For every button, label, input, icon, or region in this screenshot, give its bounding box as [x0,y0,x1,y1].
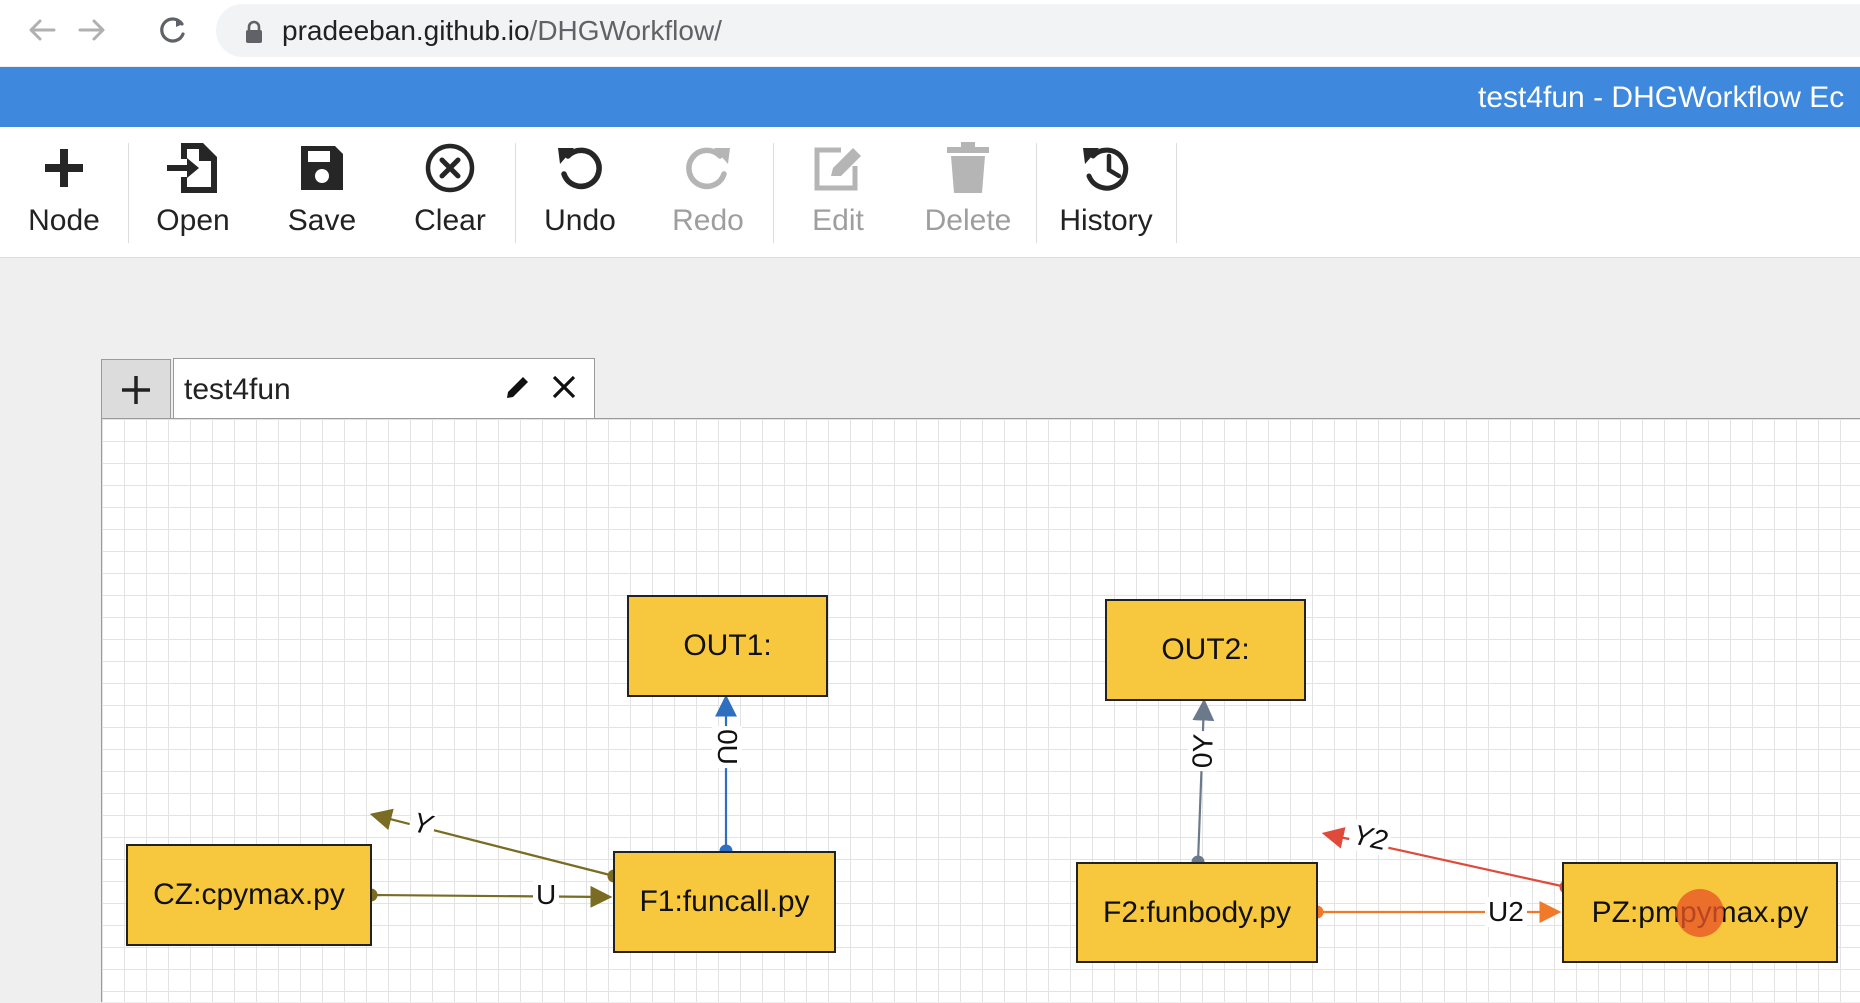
edge-label-0y: 0Y [1187,730,1219,772]
edge-label-u: U [533,880,560,910]
trash-icon [916,139,1020,197]
app-titlebar: test4fun - DHGWorkflow Ec [0,67,1860,127]
tab-test4fun[interactable]: test4fun [173,358,595,420]
history-icon [1054,139,1158,197]
add-tab-button[interactable] [101,359,171,419]
node-f2[interactable]: F2:funbody.py [1076,862,1318,963]
floppy-disk-icon [276,139,368,197]
node-out1[interactable]: OUT1: [627,595,828,697]
node-out2[interactable]: OUT2: [1105,599,1306,701]
open-button-label: Open [156,204,230,237]
open-button[interactable]: Open [146,139,240,249]
edge-0y[interactable] [1192,698,1215,863]
graph-canvas[interactable]: Y U 0U 0Y Y2 U2 OUT1: OUT2: CZ:cpymax.py… [101,418,1860,1002]
undo-button[interactable]: Undo [534,139,626,249]
plus-icon [18,139,110,197]
plus-icon [122,375,150,404]
edge-label-0u: 0U [711,726,743,768]
toolbar-divider [773,143,774,243]
edit-button[interactable]: Edit [792,139,884,249]
address-bar[interactable]: pradeeban.github.io/DHGWorkflow/ [216,4,1860,57]
clear-button-label: Clear [414,204,486,237]
redo-icon [662,139,754,197]
toolbar-divider [515,143,516,243]
node-f1[interactable]: F1:funcall.py [613,851,836,953]
file-import-icon [146,139,240,197]
browser-toolbar: pradeeban.github.io/DHGWorkflow/ [0,0,1860,66]
url-path: /DHGWorkflow/ [529,15,722,46]
close-icon[interactable] [550,373,578,406]
back-icon[interactable] [22,10,62,50]
toolbar-divider [1036,143,1037,243]
edit-icon [792,139,884,197]
node-button[interactable]: Node [18,139,110,249]
clear-button[interactable]: Clear [404,139,496,249]
toolbar-divider [1176,143,1177,243]
edge-label-u2: U2 [1485,897,1527,927]
reload-icon[interactable] [152,10,192,50]
save-button[interactable]: Save [276,139,368,249]
app-title: test4fun - DHGWorkflow Ec [1478,81,1845,114]
save-button-label: Save [287,204,357,237]
redo-button[interactable]: Redo [662,139,754,249]
redo-button-label: Redo [672,204,744,237]
node-button-label: Node [28,204,100,237]
url-text: pradeeban.github.io/DHGWorkflow/ [282,14,722,48]
node-cz[interactable]: CZ:cpymax.py [126,844,372,946]
lock-icon [244,20,264,49]
pencil-icon[interactable] [504,373,532,406]
delete-button[interactable]: Delete [916,139,1020,249]
forward-icon[interactable] [72,10,112,50]
edit-button-label: Edit [812,204,864,237]
history-button-label: History [1059,204,1153,237]
undo-icon [534,139,626,197]
tab-label: test4fun [184,373,291,406]
undo-button-label: Undo [544,204,616,237]
circle-x-icon [404,139,496,197]
history-button[interactable]: History [1054,139,1158,249]
edge-u[interactable] [370,885,613,908]
toolbar: Node Open Save Clear Undo Redo Edit Dele… [0,127,1860,258]
delete-button-label: Delete [924,204,1012,237]
toolbar-divider [128,143,129,243]
url-host: pradeeban.github.io [282,15,530,46]
cursor-highlight [1676,889,1724,937]
